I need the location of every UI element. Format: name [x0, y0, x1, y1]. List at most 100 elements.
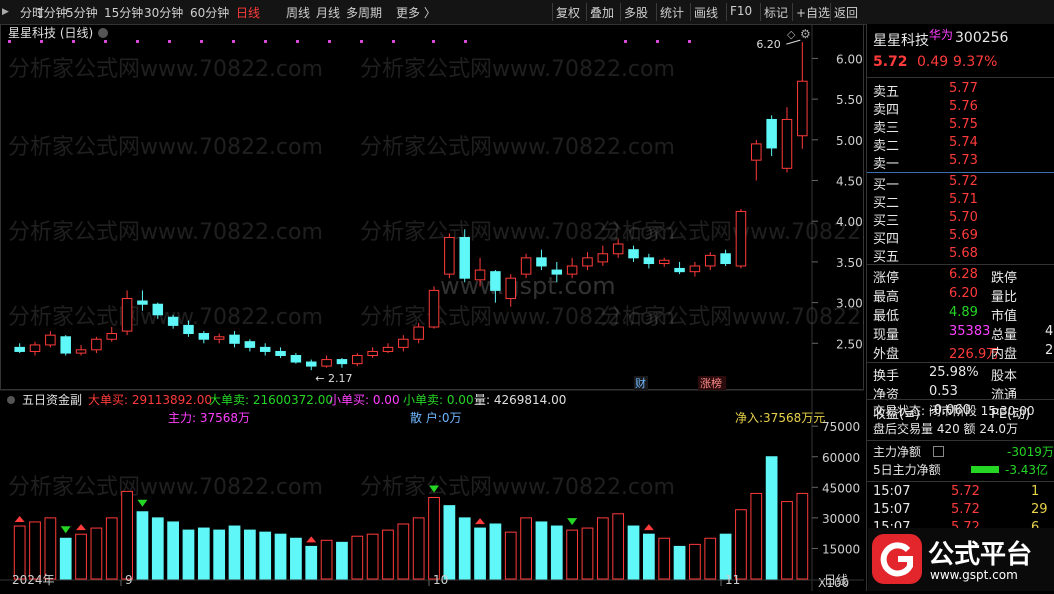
candle-body[interactable] [658, 259, 670, 265]
volume-bar[interactable] [397, 523, 410, 580]
candle-body[interactable] [398, 338, 409, 348]
candle-body[interactable] [628, 249, 639, 259]
volume-bar[interactable] [458, 517, 471, 580]
volume-bar[interactable] [351, 535, 364, 580]
volume-bar[interactable] [29, 521, 41, 580]
toolbar-button-8[interactable]: 返回 [834, 4, 858, 21]
volume-bar[interactable] [796, 492, 809, 580]
volume-bar[interactable] [213, 529, 226, 580]
volume-bar[interactable] [121, 490, 133, 580]
candle-body[interactable] [382, 346, 394, 352]
volume-bar[interactable] [520, 517, 532, 580]
candle-body[interactable] [735, 210, 747, 267]
volume-bar[interactable] [566, 529, 579, 580]
volume-bar[interactable] [151, 517, 164, 580]
volume-bar[interactable] [581, 527, 594, 580]
candle-body[interactable] [720, 253, 731, 265]
candle-body[interactable] [167, 316, 179, 326]
toolbar-button-5[interactable]: F10 [730, 4, 752, 18]
candle-body[interactable] [781, 118, 793, 169]
detail-icon[interactable] [933, 446, 944, 457]
candle-body[interactable] [259, 346, 271, 352]
volume-bar[interactable] [382, 529, 394, 580]
period-tab-3[interactable]: 15分钟 [104, 4, 143, 21]
candle-body[interactable] [352, 355, 363, 365]
volume-bar[interactable] [13, 525, 26, 580]
volume-bar[interactable] [504, 531, 517, 580]
volume-bar[interactable] [105, 517, 118, 580]
volume-bar[interactable] [550, 525, 563, 580]
volume-bar[interactable] [642, 533, 655, 580]
candle-body[interactable] [597, 253, 609, 263]
candle-body[interactable] [321, 359, 332, 367]
candle-body[interactable] [444, 236, 455, 275]
volume-bar[interactable] [535, 521, 548, 580]
volume-bar[interactable] [320, 539, 333, 580]
candle-body[interactable] [459, 236, 470, 279]
volume-bar[interactable] [735, 509, 747, 580]
candle-body[interactable] [582, 257, 593, 267]
candle-body[interactable] [29, 344, 41, 352]
candle-body[interactable] [91, 338, 102, 351]
candle-body[interactable] [751, 143, 762, 161]
volume-bar[interactable] [274, 533, 287, 580]
volume-bar[interactable] [596, 517, 609, 580]
volume-bar[interactable] [627, 525, 640, 580]
volume-bar[interactable] [412, 517, 425, 580]
candle-body[interactable] [305, 361, 317, 367]
concept-tag[interactable]: 华为 [929, 26, 953, 43]
toolbar-button-6[interactable]: 标记 [764, 4, 788, 21]
candle-body[interactable] [474, 269, 486, 281]
period-tab-8[interactable]: 月线 [316, 4, 340, 21]
candle-body[interactable] [367, 350, 378, 357]
candle-body[interactable] [413, 326, 424, 340]
period-tab-6[interactable]: 日线 [236, 4, 260, 21]
toolbar-button-7[interactable]: +自选 [796, 4, 830, 21]
volume-bar[interactable] [305, 545, 318, 580]
candle-body[interactable] [704, 254, 716, 267]
volume-bar[interactable] [182, 529, 195, 580]
volume-bar[interactable] [612, 513, 625, 580]
candle-body[interactable] [213, 336, 225, 340]
candle-body[interactable] [336, 359, 348, 365]
candle-body[interactable] [137, 300, 148, 305]
volume-bar[interactable] [259, 531, 272, 580]
candle-body[interactable] [520, 257, 532, 275]
candle-body[interactable] [14, 346, 25, 352]
volume-bar[interactable] [136, 511, 149, 580]
indicator-menu-icon[interactable] [7, 396, 15, 404]
volume-bar[interactable] [689, 543, 701, 580]
candle-body[interactable] [490, 271, 501, 291]
candle-body[interactable] [152, 303, 164, 316]
candle-body[interactable] [121, 298, 133, 332]
volume-bar[interactable] [704, 537, 717, 580]
kline-chart[interactable]: 星星科技 (日线) ◇ ⚙ 分析家公式网www.70822.com 分析家公式网www.… [0, 24, 864, 591]
period-tab-4[interactable]: 30分钟 [144, 4, 183, 21]
candle-body[interactable] [689, 265, 701, 273]
volume-bar[interactable] [750, 492, 763, 580]
candle-body[interactable] [45, 334, 56, 346]
candle-body[interactable] [551, 269, 563, 275]
candle-body[interactable] [183, 324, 194, 335]
toolbar-button-1[interactable]: 叠加 [590, 4, 614, 21]
candle-body[interactable] [75, 349, 87, 354]
volume-bar[interactable] [658, 537, 671, 580]
candle-body[interactable] [275, 350, 286, 357]
volume-bar[interactable] [474, 527, 486, 580]
period-tab-9[interactable]: 多周期 [346, 4, 382, 21]
dropdown-icon[interactable] [98, 28, 108, 38]
volume-bar[interactable] [197, 527, 210, 580]
candle-body[interactable] [643, 257, 655, 265]
candle-body[interactable] [766, 118, 777, 149]
expand-icon[interactable]: ▶ [2, 7, 9, 17]
volume-bar[interactable] [673, 545, 686, 580]
candle-body[interactable] [106, 333, 118, 340]
volume-bar[interactable] [44, 517, 57, 580]
period-tab-1[interactable]: 1分钟 [36, 4, 68, 21]
toolbar-button-4[interactable]: 画线 [694, 4, 718, 21]
volume-bar[interactable] [443, 505, 456, 580]
candle-body[interactable] [244, 341, 256, 348]
candle-body[interactable] [674, 267, 685, 273]
volume-bar[interactable] [428, 497, 440, 580]
toolbar-button-0[interactable]: 复权 [556, 4, 580, 21]
